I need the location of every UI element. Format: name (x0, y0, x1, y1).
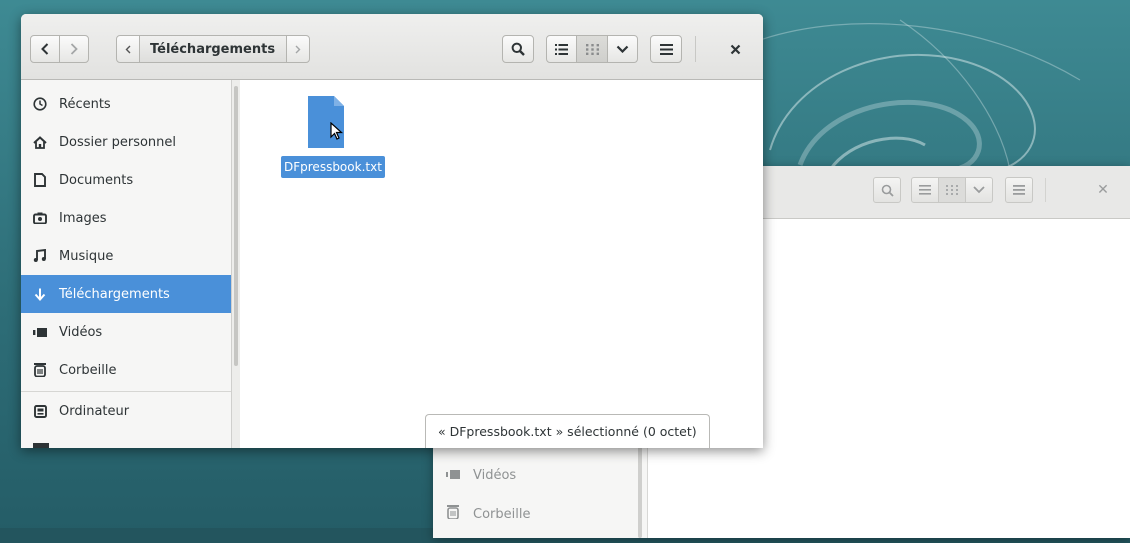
clock-icon (21, 97, 59, 111)
sidebar-item-computer[interactable]: Ordinateur (21, 392, 231, 430)
hamburger-menu-icon (1013, 185, 1025, 195)
file-name-label: DFpressbook.txt (281, 156, 385, 178)
grid-view-button[interactable] (576, 35, 608, 63)
chevron-right-icon (70, 43, 78, 55)
file-view[interactable]: DFpressbook.txt (240, 80, 763, 448)
background-header-separator (1045, 178, 1046, 202)
sidebar-item-trash[interactable]: Corbeille (21, 351, 231, 389)
home-icon (21, 135, 59, 149)
sidebar-item-label: Téléchargements (59, 286, 170, 302)
sidebar-item-label: Corbeille (473, 506, 531, 522)
sidebar-item-label: Images (59, 210, 107, 226)
mouse-pointer-icon (330, 122, 344, 140)
close-button[interactable] (720, 35, 750, 63)
current-folder-label: Téléchargements (150, 41, 276, 57)
trash-icon (21, 363, 59, 377)
chevron-right-icon (295, 45, 301, 53)
places-sidebar: Récents Dossier personnel Documents Imag… (21, 80, 232, 448)
chevron-down-icon (973, 186, 985, 194)
hamburger-menu-icon (659, 43, 673, 55)
header-bar: Téléchargements (21, 14, 763, 80)
file-item[interactable]: DFpressbook.txt (260, 90, 400, 200)
background-list-view-button[interactable] (911, 177, 939, 203)
sidebar-item-label: Corbeille (59, 362, 117, 378)
sidebar-item-label: Musique (59, 248, 114, 264)
sidebar-item-downloads[interactable]: Téléchargements (21, 275, 231, 313)
file-manager-window[interactable]: Téléchargements Récents Dossier personne… (21, 14, 763, 448)
video-icon (21, 327, 59, 337)
sidebar-item-label: Récents (59, 96, 111, 112)
sidebar-scrollbar[interactable] (232, 80, 240, 448)
search-icon (881, 184, 894, 197)
trash-icon (433, 505, 473, 523)
chevron-left-icon (125, 45, 131, 53)
close-icon: ✕ (1097, 182, 1109, 198)
sidebar-item-label: Ordinateur (59, 403, 130, 419)
music-icon (21, 249, 59, 263)
search-icon (511, 42, 525, 56)
list-view-icon (555, 43, 568, 55)
sidebar-item-documents[interactable]: Documents (21, 161, 231, 199)
background-view-options-button[interactable] (965, 177, 993, 203)
menu-button[interactable] (650, 35, 682, 63)
sidebar-item-label: Vidéos (473, 467, 517, 483)
sidebar-item-recent[interactable]: Récents (21, 85, 231, 123)
sidebar-item-label: Documents (59, 172, 134, 188)
back-button[interactable] (30, 35, 60, 63)
sidebar-item-label: Vidéos (59, 324, 103, 340)
sidebar-scrollbar-thumb[interactable] (234, 86, 238, 366)
close-icon (730, 44, 740, 54)
background-menu-button[interactable] (1005, 177, 1033, 203)
grid-view-icon (585, 43, 599, 55)
sidebar-item-pictures[interactable]: Images (21, 199, 231, 237)
computer-icon (21, 404, 59, 418)
view-options-button[interactable] (607, 35, 638, 63)
forward-button[interactable] (59, 35, 89, 63)
sidebar-item-label: Dossier personnel (59, 134, 177, 150)
sidebar-item-home[interactable]: Dossier personnel (21, 123, 231, 161)
grid-view-icon (946, 185, 958, 195)
download-icon (21, 288, 59, 301)
background-sidebar-item-videos[interactable]: Vidéos (433, 456, 647, 494)
background-search-button[interactable] (873, 177, 901, 203)
document-icon (21, 173, 59, 187)
search-button[interactable] (502, 35, 534, 63)
path-bar-current-folder[interactable]: Téléchargements (139, 35, 287, 63)
background-sidebar-item-trash[interactable]: Corbeille (433, 495, 647, 533)
selection-status: « DFpressbook.txt » sélectionné (0 octet… (425, 414, 710, 448)
path-bar-scroll-left[interactable] (116, 35, 140, 63)
sidebar-item-videos[interactable]: Vidéos (21, 313, 231, 351)
chevron-down-icon (616, 45, 629, 53)
sidebar-item-music[interactable]: Musique (21, 237, 231, 275)
list-view-icon (919, 185, 931, 195)
video-icon (433, 468, 473, 483)
chevron-left-icon (41, 43, 49, 55)
list-view-button[interactable] (546, 35, 577, 63)
path-bar-scroll-right[interactable] (286, 35, 310, 63)
sidebar-item-partial (33, 436, 213, 448)
header-separator (695, 36, 696, 62)
background-grid-view-button[interactable] (938, 177, 966, 203)
camera-icon (21, 212, 59, 224)
background-close-button[interactable]: ✕ (1091, 177, 1115, 203)
